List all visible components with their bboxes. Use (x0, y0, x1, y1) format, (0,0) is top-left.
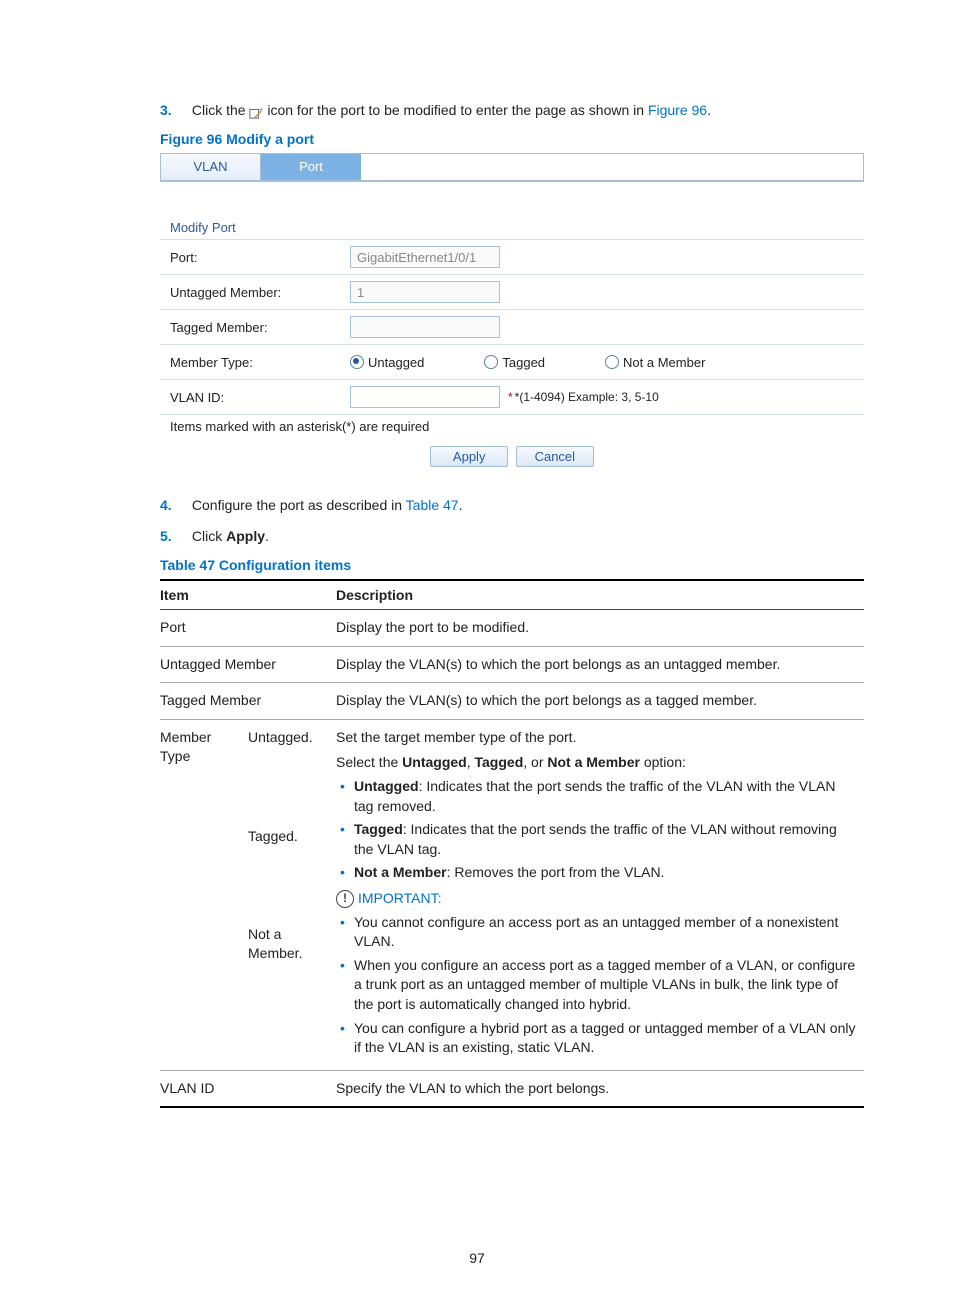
page-number: 97 (0, 1250, 954, 1266)
cell-desc: Specify the VLAN to which the port belon… (336, 1070, 864, 1107)
member-type-label: Member Type: (160, 355, 350, 370)
vlan-id-hint: *(1-4094) Example: 3, 5-10 (515, 390, 659, 404)
step-tail: . (459, 497, 463, 513)
untagged-member-label: Untagged Member: (160, 285, 350, 300)
list-item: Not a Member: Removes the port from the … (354, 863, 856, 883)
untagged-member-input (350, 281, 500, 303)
vlan-id-label: VLAN ID: (160, 390, 350, 405)
row-untagged-member: Untagged Member: (160, 274, 864, 309)
table-row: Tagged Member Display the VLAN(s) to whi… (160, 683, 864, 720)
row-port: Port: (160, 239, 864, 274)
figure-link[interactable]: Figure 96 (648, 102, 707, 118)
step-number: 5. (160, 526, 188, 547)
cell-item: Member Type (160, 719, 248, 1070)
row-tagged-member: Tagged Member: (160, 309, 864, 344)
step-number: 3. (160, 100, 188, 121)
row-vlan-id: VLAN ID: **(1-4094) Example: 3, 5-10 (160, 379, 864, 415)
step-3: 3. Click the icon for the port to be mod… (160, 100, 864, 121)
th-desc: Description (336, 580, 864, 610)
page: 3. Click the icon for the port to be mod… (0, 0, 954, 1296)
radio-icon (350, 355, 364, 369)
configuration-table: Item Description Port Display the port t… (160, 579, 864, 1108)
step-text: Click (192, 528, 226, 544)
tab-port[interactable]: Port (261, 154, 361, 180)
table-row: Port Display the port to be modified. (160, 610, 864, 647)
step-tail: . (265, 528, 269, 544)
table-row: Untagged Member Display the VLAN(s) to w… (160, 646, 864, 683)
modify-icon (249, 104, 263, 118)
table-row: VLAN ID Specify the VLAN to which the po… (160, 1070, 864, 1107)
warning-icon: ! (336, 890, 354, 908)
figure-box: VLAN Port (160, 153, 864, 182)
table-row: Member Type Untagged. Set the target mem… (160, 719, 864, 818)
table-link[interactable]: Table 47 (406, 497, 459, 513)
tagged-member-label: Tagged Member: (160, 320, 350, 335)
mt-option-list: Untagged: Indicates that the port sends … (336, 777, 856, 883)
list-item: You cannot configure an access port as a… (354, 913, 856, 952)
list-item: Tagged: Indicates that the port sends th… (354, 820, 856, 859)
figure-caption: Figure 96 Modify a port (160, 131, 864, 147)
list-item: When you configure an access port as a t… (354, 956, 856, 1015)
step-text-post: icon for the port to be modified to ente… (267, 102, 648, 118)
apply-button[interactable]: Apply (430, 446, 508, 467)
cell-desc: Display the VLAN(s) to which the port be… (336, 646, 864, 683)
modify-port-form: Modify Port Port: Untagged Member: Tagge… (160, 188, 864, 477)
radio-icon (484, 355, 498, 369)
list-item: You can configure a hybrid port as a tag… (354, 1019, 856, 1058)
tab-row: VLAN Port (161, 154, 863, 181)
cell-item: Tagged Member (160, 683, 336, 720)
radio-untagged-label: Untagged (368, 355, 424, 370)
cell-item: Port (160, 610, 336, 647)
step-text: Configure the port as described in (192, 497, 406, 513)
button-row: Apply Cancel (160, 442, 864, 477)
vlan-id-input[interactable] (350, 386, 500, 408)
th-item: Item (160, 580, 336, 610)
important-list: You cannot configure an access port as a… (336, 913, 856, 1058)
mt-line2: Select the Untagged, Tagged, or Not a Me… (336, 753, 856, 773)
radio-tagged[interactable]: Tagged (484, 355, 545, 370)
cell-item: Untagged Member (160, 646, 336, 683)
radio-icon (605, 355, 619, 369)
step-5: 5. Click Apply. (160, 526, 864, 547)
list-item: Untagged: Indicates that the port sends … (354, 777, 856, 816)
member-type-radio-group: Untagged Tagged Not a Member (350, 355, 705, 370)
mt-line1: Set the target member type of the port. (336, 728, 856, 748)
cell-subitem: Not a Member. (248, 917, 336, 1070)
cancel-button[interactable]: Cancel (516, 446, 594, 467)
apply-word: Apply (226, 528, 265, 544)
cell-desc: Display the port to be modified. (336, 610, 864, 647)
radio-not-member-label: Not a Member (623, 355, 705, 370)
table-caption: Table 47 Configuration items (160, 557, 864, 573)
radio-untagged[interactable]: Untagged (350, 355, 424, 370)
tab-vlan[interactable]: VLAN (161, 154, 261, 180)
step-tail: . (707, 102, 711, 118)
cell-desc: Display the VLAN(s) to which the port be… (336, 683, 864, 720)
important-heading: ! IMPORTANT: (336, 889, 856, 909)
radio-tagged-label: Tagged (502, 355, 545, 370)
port-input (350, 246, 500, 268)
step-text-pre: Click the (192, 102, 250, 118)
important-label: IMPORTANT: (358, 889, 442, 909)
required-note: Items marked with an asterisk(*) are req… (160, 415, 864, 442)
cell-subitem: Untagged. (248, 719, 336, 818)
tagged-member-input (350, 316, 500, 338)
row-member-type: Member Type: Untagged Tagged Not a Membe… (160, 344, 864, 379)
step-4: 4. Configure the port as described in Ta… (160, 495, 864, 516)
section-title: Modify Port (160, 220, 864, 239)
cell-item: VLAN ID (160, 1070, 336, 1107)
port-label: Port: (160, 250, 350, 265)
cell-subitem: Tagged. (248, 819, 336, 917)
radio-not-member[interactable]: Not a Member (605, 355, 705, 370)
cell-desc: Set the target member type of the port. … (336, 719, 864, 1070)
step-number: 4. (160, 495, 188, 516)
